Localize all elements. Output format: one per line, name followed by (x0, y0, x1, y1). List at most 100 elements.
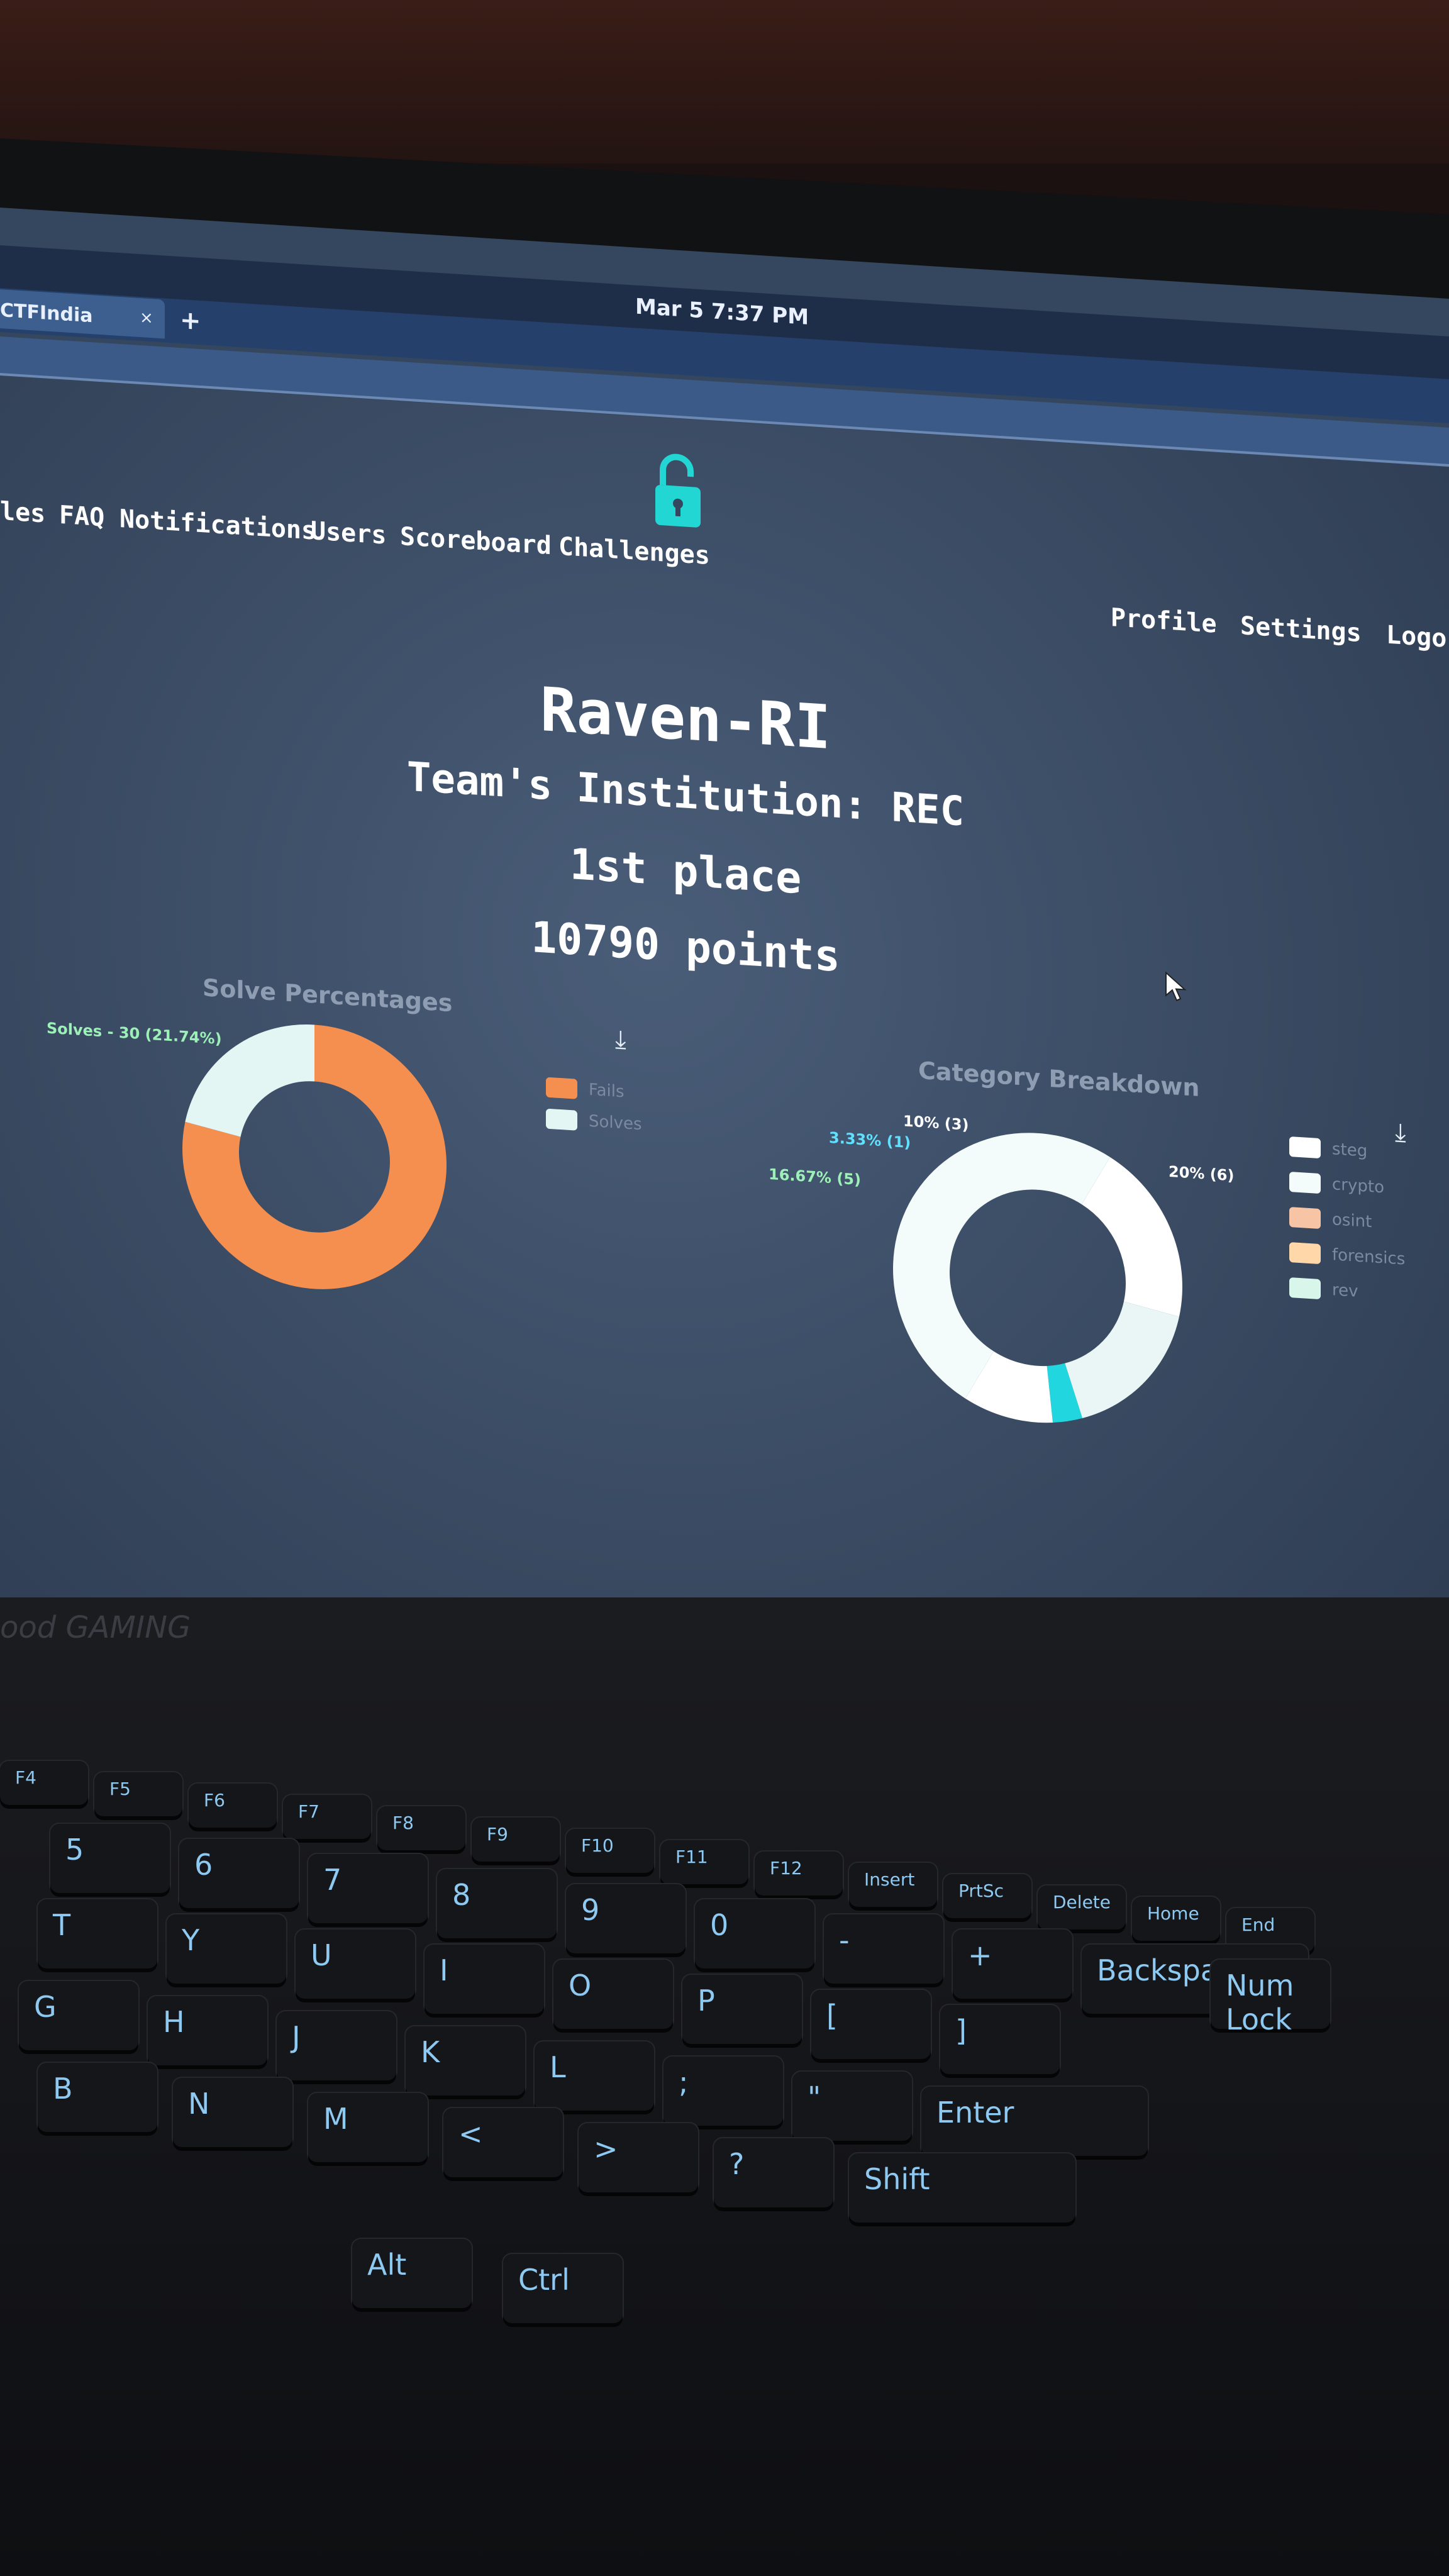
key-label: B (53, 2072, 73, 2106)
legend-item-steg[interactable]: steg (1289, 1136, 1367, 1162)
key-f8[interactable]: F8 (377, 1806, 465, 1850)
key--[interactable]: + (953, 1929, 1072, 1999)
key-7[interactable]: 7 (308, 1854, 428, 1923)
key-5[interactable]: 5 (50, 1824, 170, 1893)
key-f5[interactable]: F5 (94, 1772, 182, 1816)
key-alt[interactable]: Alt (352, 2239, 472, 2308)
key-label: H (163, 2005, 185, 2039)
legend-swatch (1289, 1136, 1321, 1159)
key-9[interactable]: 9 (566, 1884, 686, 1953)
key-u[interactable]: U (296, 1929, 415, 1999)
key--[interactable]: < (443, 2108, 563, 2177)
key-t[interactable]: T (38, 1899, 157, 1968)
key-label: O (569, 1968, 592, 2002)
key--[interactable]: - (824, 1914, 943, 1984)
legend-label: steg (1332, 1140, 1368, 1161)
nav-scoreboard-link[interactable]: Scoreboard (400, 522, 552, 560)
key-label: 6 (194, 1848, 213, 1882)
nav-settings-link[interactable]: Settings (1240, 611, 1362, 648)
key-n[interactable]: N (173, 2078, 292, 2147)
key-ctrl[interactable]: Ctrl (503, 2254, 623, 2323)
category-breakdown-donut (893, 1133, 1182, 1424)
download-icon[interactable]: ⤓ (615, 1025, 626, 1055)
key-y[interactable]: Y (167, 1914, 286, 1984)
legend-item-rev[interactable]: rev (1289, 1277, 1358, 1302)
donut-slice-steg[interactable] (1082, 1155, 1182, 1317)
key-label: " (808, 2080, 821, 2114)
nav-logout-link[interactable]: Logo (1386, 621, 1446, 653)
nav-notifications-link[interactable]: Notifications (119, 504, 316, 546)
nav-challenges-link[interactable]: Challenges (558, 532, 710, 570)
key-f6[interactable]: F6 (189, 1784, 277, 1828)
key-label: 7 (323, 1863, 342, 1897)
key-o[interactable]: O (553, 1960, 673, 2029)
key-label: F5 (109, 1779, 131, 1799)
nav-profile-link[interactable]: Profile (1111, 603, 1217, 639)
key-f7[interactable]: F7 (283, 1795, 371, 1839)
legend-item-solves[interactable]: Solves (546, 1108, 642, 1135)
key-label: Shift (864, 2162, 930, 2196)
key-f11[interactable]: F11 (660, 1840, 748, 1884)
key-home[interactable]: Home (1132, 1897, 1220, 1941)
key-insert[interactable]: Insert (849, 1863, 937, 1907)
key-label: > (594, 2132, 618, 2166)
key-label: ; (679, 2065, 689, 2099)
key-6[interactable]: 6 (179, 1839, 299, 1908)
key-l[interactable]: L (535, 2041, 654, 2111)
key--[interactable]: " (792, 2072, 912, 2141)
key--[interactable]: ; (663, 2057, 783, 2126)
key-enter[interactable]: Enter (921, 2087, 1148, 2156)
key-prtsc[interactable]: PrtSc (943, 1874, 1031, 1918)
legend-item-fails[interactable]: Fails (546, 1077, 625, 1102)
key-j[interactable]: J (277, 2011, 396, 2080)
key--[interactable]: > (579, 2123, 698, 2192)
key-label: Home (1147, 1903, 1199, 1924)
legend-item-forensics[interactable]: forensics (1289, 1241, 1405, 1270)
key-8[interactable]: 8 (437, 1869, 557, 1938)
key-label: F7 (298, 1801, 319, 1822)
key--[interactable]: ] (940, 2005, 1060, 2074)
legend-item-osint[interactable]: osint (1289, 1206, 1372, 1232)
key-label: U (311, 1938, 332, 1972)
donut-slice-rev[interactable] (1065, 1298, 1179, 1424)
solve-percentages-donut (182, 1017, 447, 1289)
team-points: 10790 points (531, 913, 840, 982)
key-label: T (53, 1908, 71, 1942)
key--[interactable]: [ (811, 1990, 931, 2059)
laptop-screen: Mar 5 7:37 PM CTFIndia × + les FAQ Notif… (0, 208, 1449, 1796)
key-label: Y (182, 1923, 200, 1957)
unlocked-padlock-icon[interactable] (654, 452, 702, 530)
legend-swatch (546, 1108, 577, 1131)
key-f10[interactable]: F10 (566, 1829, 654, 1873)
key-k[interactable]: K (406, 2026, 525, 2096)
key-label: End (1241, 1914, 1275, 1935)
donut-slice-solves[interactable] (185, 1017, 314, 1142)
key-label: [ (826, 1999, 838, 2033)
legend-item-crypto[interactable]: crypto (1289, 1171, 1384, 1197)
nav-faq-link[interactable]: FAQ (59, 501, 104, 533)
key-h[interactable]: H (148, 1996, 267, 2065)
legend-label: osint (1332, 1210, 1372, 1232)
key-m[interactable]: M (308, 2093, 428, 2162)
key-delete[interactable]: Delete (1038, 1885, 1126, 1929)
close-icon[interactable]: × (140, 308, 153, 328)
key-shift[interactable]: Shift (849, 2153, 1075, 2223)
nav-users-link[interactable]: Users (311, 516, 386, 550)
key-f9[interactable]: F9 (472, 1818, 560, 1862)
key-b[interactable]: B (38, 2063, 157, 2132)
key--[interactable]: ? (714, 2138, 833, 2207)
key-i[interactable]: I (425, 1945, 544, 2014)
key-label: M (323, 2102, 348, 2136)
key-num-lock[interactable]: Num Lock (1211, 1960, 1330, 2036)
key-0[interactable]: 0 (695, 1899, 814, 1968)
new-tab-icon[interactable]: + (180, 306, 201, 336)
key-p[interactable]: P (682, 1975, 802, 2044)
key-label: I (440, 1953, 448, 1987)
key-g[interactable]: G (19, 1981, 138, 2050)
legend-label: rev (1332, 1280, 1358, 1301)
key-f12[interactable]: F12 (755, 1852, 843, 1896)
nav-rules-link[interactable]: les (0, 497, 45, 529)
key-label: Enter (936, 2096, 1014, 2129)
key-f4[interactable]: F4 (0, 1761, 88, 1805)
download-icon[interactable]: ⤓ (1395, 1118, 1406, 1148)
